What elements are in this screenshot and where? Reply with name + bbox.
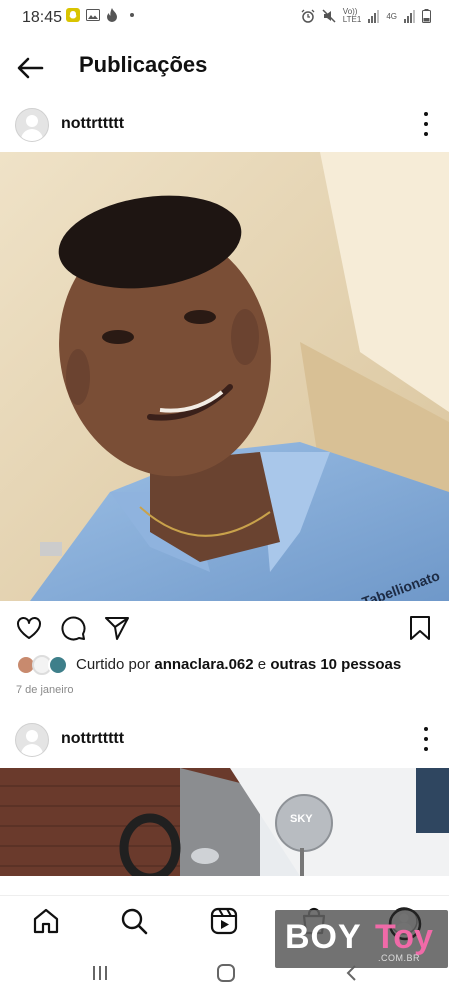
save-button[interactable] xyxy=(406,614,434,642)
dish-logo-text: SKY xyxy=(290,813,313,825)
home-circle-icon xyxy=(217,964,235,982)
post-options-button[interactable] xyxy=(418,727,434,751)
post-header: nottrttttt xyxy=(0,716,449,770)
likes-summary[interactable]: Curtido por annaclara.062 e outras 10 pe… xyxy=(16,654,441,676)
post-photo[interactable]: Tabellionato xyxy=(0,152,449,601)
back-button[interactable] xyxy=(14,52,46,84)
recent-apps-button[interactable] xyxy=(88,961,112,985)
network-4g-label: 4G xyxy=(386,11,397,21)
home-system-button[interactable] xyxy=(214,961,238,985)
post-username[interactable]: nottrttttt xyxy=(61,730,124,748)
send-icon xyxy=(105,617,129,640)
page-title: Publicações xyxy=(79,52,208,77)
post-username[interactable]: nottrttttt xyxy=(61,115,124,133)
search-icon xyxy=(121,908,148,935)
tinder-icon xyxy=(107,8,117,22)
nav-search[interactable] xyxy=(119,906,149,936)
reels-icon xyxy=(210,907,238,935)
liked-by-user[interactable]: annaclara.062 xyxy=(154,656,253,673)
watermark-text-toy: Toy xyxy=(375,918,433,956)
liker-avatar xyxy=(48,655,68,675)
app-header: Publicações xyxy=(0,38,449,96)
likes-others-link[interactable]: outras 10 pessoas xyxy=(270,656,401,673)
gallery-icon xyxy=(86,9,100,21)
snapchat-icon xyxy=(66,8,80,22)
liker-avatars xyxy=(16,654,74,676)
alarm-icon xyxy=(301,9,315,23)
like-button[interactable] xyxy=(15,614,43,642)
recent-apps-icon xyxy=(93,966,107,980)
comment-button[interactable] xyxy=(59,614,87,642)
post-date: 7 de janeiro xyxy=(16,684,74,696)
signal-2-icon xyxy=(404,9,415,23)
mute-icon xyxy=(322,9,336,23)
nav-home[interactable] xyxy=(31,906,61,936)
home-icon xyxy=(33,908,59,934)
bookmark-icon xyxy=(410,616,430,640)
system-status-icons: Vo)) LTE1 4G xyxy=(301,8,431,24)
share-button[interactable] xyxy=(103,614,131,642)
heart-icon xyxy=(17,617,41,639)
signal-1-icon xyxy=(368,9,380,23)
status-time: 18:45 xyxy=(22,9,63,26)
watermark-domain: .COM.BR xyxy=(377,953,420,963)
likes-text: Curtido por annaclara.062 e outras 10 pe… xyxy=(76,656,402,673)
more-notifications-dot xyxy=(130,13,134,17)
post-actions xyxy=(0,604,449,650)
nav-reels[interactable] xyxy=(209,906,239,936)
notification-icons xyxy=(66,8,134,22)
status-bar: 18:45 Vo)) LTE1 4G xyxy=(0,0,449,34)
post-header: nottrttttt xyxy=(0,101,449,155)
avatar[interactable] xyxy=(15,723,49,757)
post-options-button[interactable] xyxy=(418,112,434,136)
avatar[interactable] xyxy=(15,108,49,142)
more-vertical-icon xyxy=(424,112,428,116)
watermark-text-boy: BOY xyxy=(285,918,362,956)
watermark-logo: BOY Toy .COM.BR xyxy=(275,907,448,968)
more-vertical-icon xyxy=(424,727,428,731)
arrow-left-icon xyxy=(17,57,44,79)
volte-indicator: Vo)) LTE1 xyxy=(342,7,362,24)
comment-icon xyxy=(61,616,86,641)
post-photo[interactable]: SKY xyxy=(0,768,449,876)
battery-icon xyxy=(422,9,431,23)
